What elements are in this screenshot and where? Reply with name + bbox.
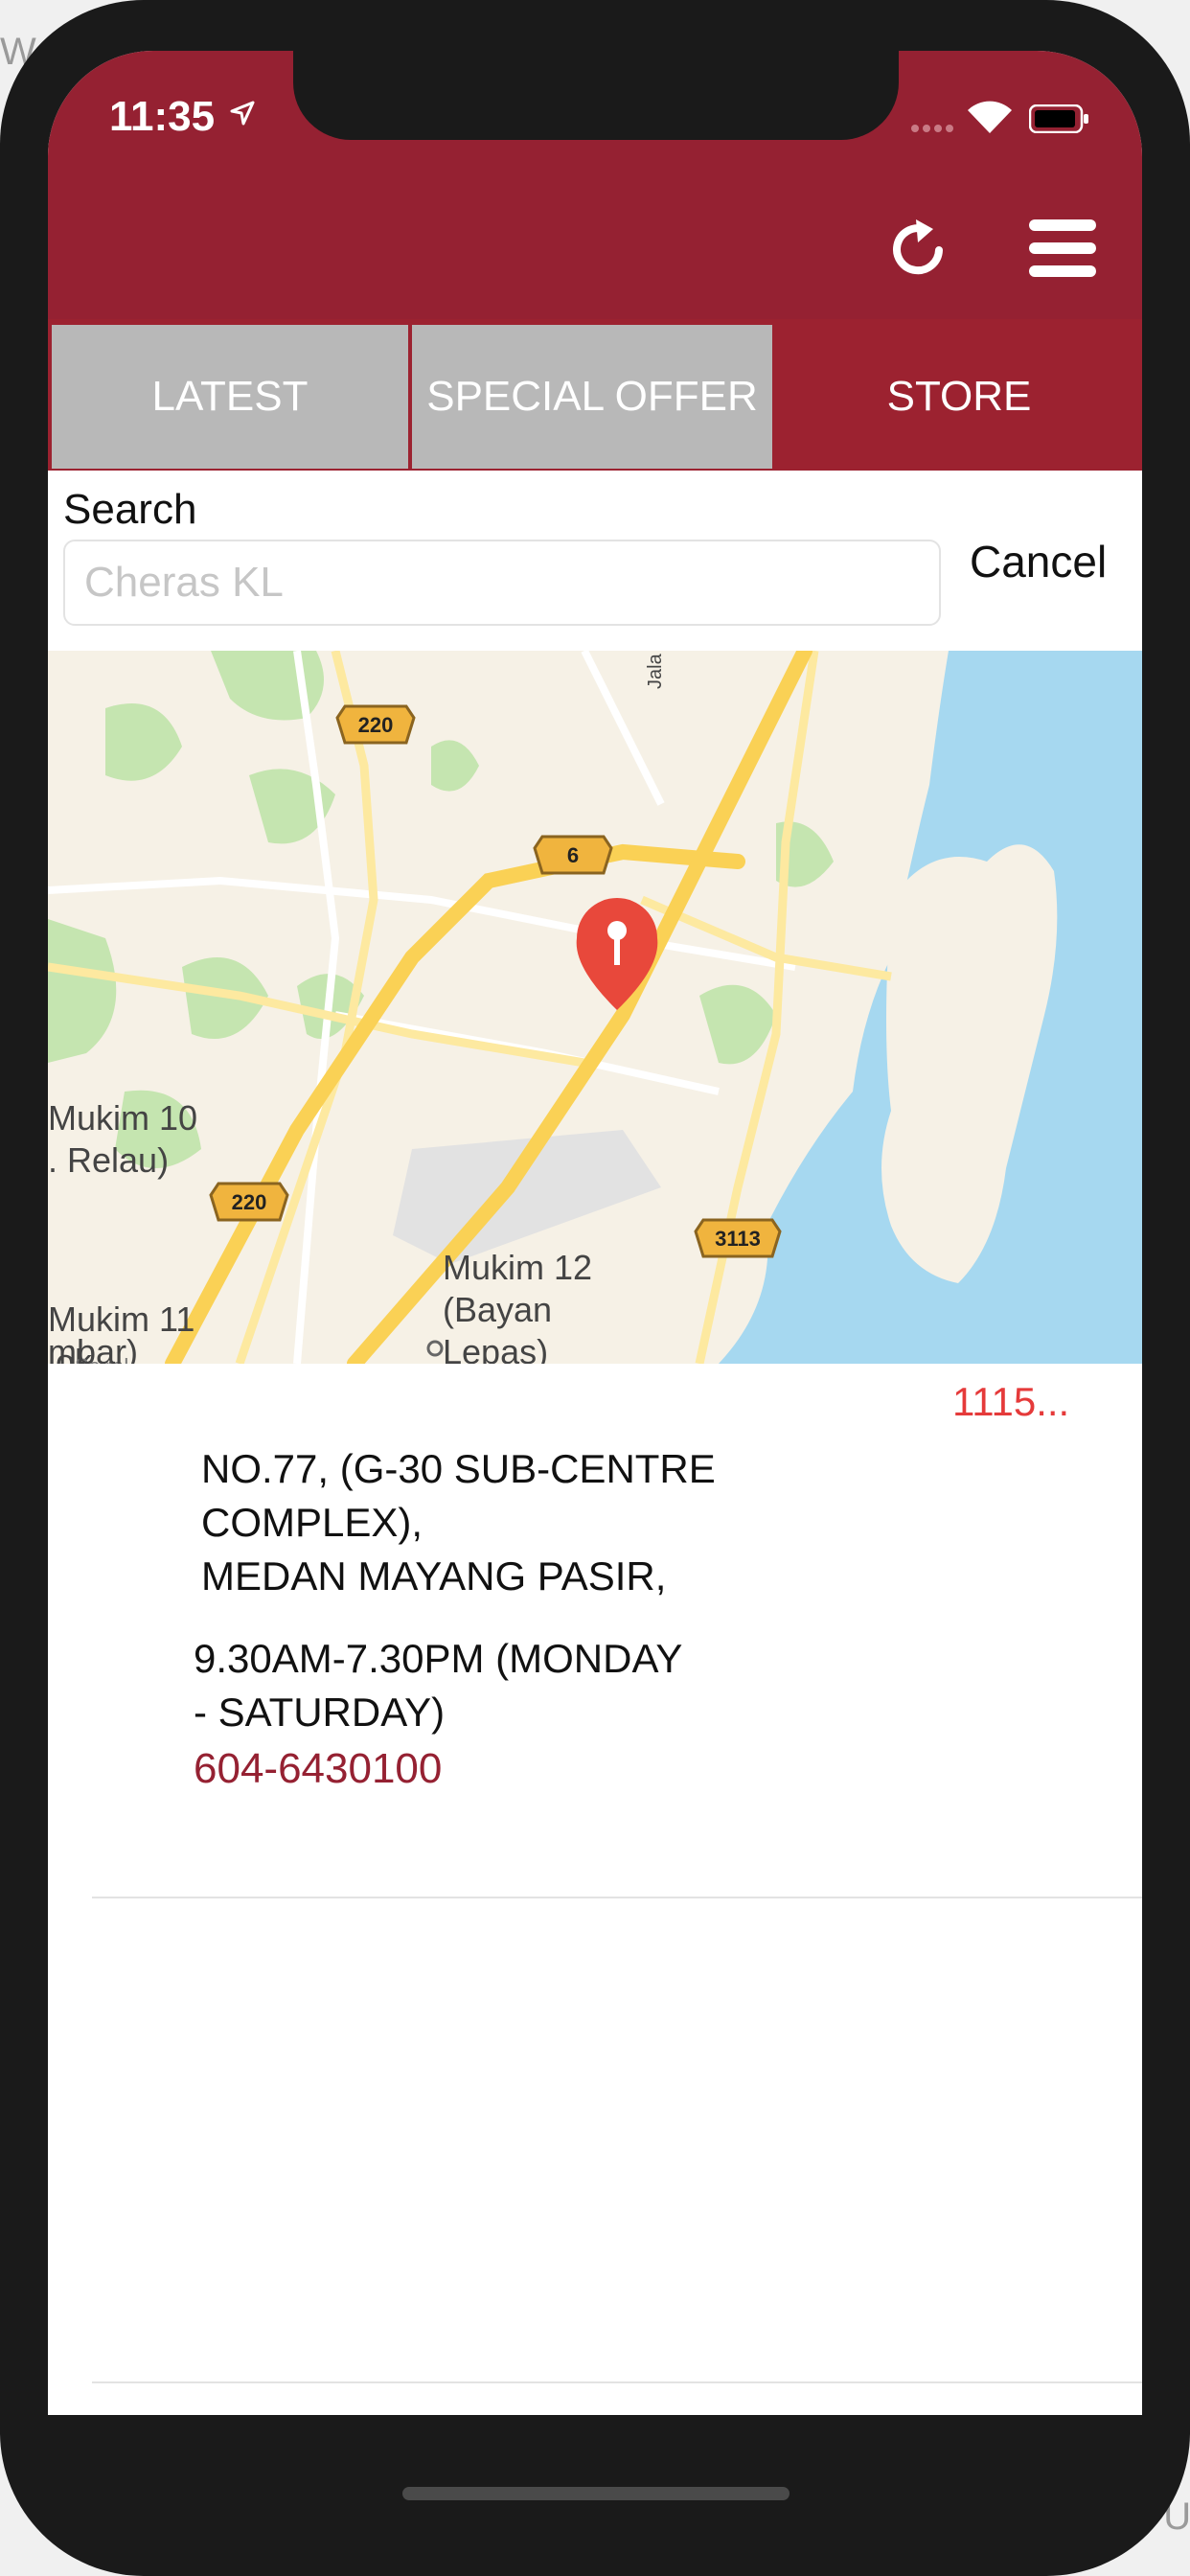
search-input[interactable] bbox=[65, 541, 977, 624]
signal-icon bbox=[911, 125, 953, 132]
store-address: NO.77, (G-30 SUB-CENTRE COMPLEX), MEDAN … bbox=[201, 1442, 872, 1603]
road-label: 6 bbox=[567, 843, 579, 867]
app-header: 11:35 bbox=[48, 51, 1142, 319]
place-label: Jala bbox=[645, 653, 666, 689]
address-line: COMPLEX), bbox=[201, 1500, 423, 1545]
road-label: 220 bbox=[232, 1190, 267, 1214]
location-arrow-icon bbox=[230, 101, 255, 126]
refresh-icon[interactable] bbox=[889, 214, 947, 281]
hours-line: 9.30AM-7.30PM (MONDAY bbox=[194, 1636, 683, 1681]
cancel-button[interactable]: Cancel bbox=[970, 536, 1107, 587]
search-label: Search bbox=[63, 486, 197, 533]
place-label: mbar) bbox=[48, 1332, 138, 1364]
store-phone-link[interactable]: 604-6430100 bbox=[194, 1745, 442, 1793]
search-input-box bbox=[63, 540, 977, 626]
road-label: 220 bbox=[358, 713, 394, 737]
battery-icon bbox=[1029, 104, 1088, 133]
store-hours: 9.30AM-7.30PM (MONDAY - SATURDAY) bbox=[194, 1632, 788, 1739]
app-screen: 11:35 LATEST SPECIAL OFFER STORE Search … bbox=[48, 51, 1142, 2415]
device-notch bbox=[293, 51, 899, 140]
wifi-icon bbox=[968, 101, 1012, 133]
road-label: 3113 bbox=[715, 1227, 761, 1251]
address-line: MEDAN MAYANG PASIR, bbox=[201, 1553, 667, 1598]
place-label: Mukim 12 bbox=[443, 1248, 592, 1287]
hours-line: - SATURDAY) bbox=[194, 1690, 446, 1735]
list-separator bbox=[92, 2381, 1142, 2383]
tab-store[interactable]: STORE bbox=[776, 325, 1142, 469]
map-graphic: 220 6 220 3113 Jala Mukim 10 . Relau) Mu… bbox=[48, 651, 1142, 1364]
store-map[interactable]: 220 6 220 3113 Jala Mukim 10 . Relau) Mu… bbox=[48, 651, 1142, 1364]
store-distance: 1115... bbox=[952, 1379, 1070, 1424]
tab-special-offer[interactable]: SPECIAL OFFER bbox=[412, 325, 772, 469]
hamburger-menu-icon[interactable] bbox=[1029, 219, 1096, 277]
map-pin-icon bbox=[576, 898, 658, 1010]
list-separator bbox=[92, 1897, 1142, 1898]
address-line: NO.77, (G-30 SUB-CENTRE bbox=[201, 1446, 716, 1491]
place-label: (Bayan bbox=[443, 1290, 552, 1329]
tab-latest[interactable]: LATEST bbox=[52, 325, 408, 469]
place-label: Mukim 10 bbox=[48, 1098, 197, 1138]
place-label: . Relau) bbox=[48, 1140, 169, 1180]
search-area: Search Cancel bbox=[48, 471, 1142, 651]
tab-bar: LATEST SPECIAL OFFER STORE bbox=[48, 319, 1142, 471]
place-label: Lepas) bbox=[443, 1332, 548, 1364]
status-time: 11:35 bbox=[109, 93, 216, 140]
home-indicator[interactable] bbox=[402, 2487, 790, 2500]
